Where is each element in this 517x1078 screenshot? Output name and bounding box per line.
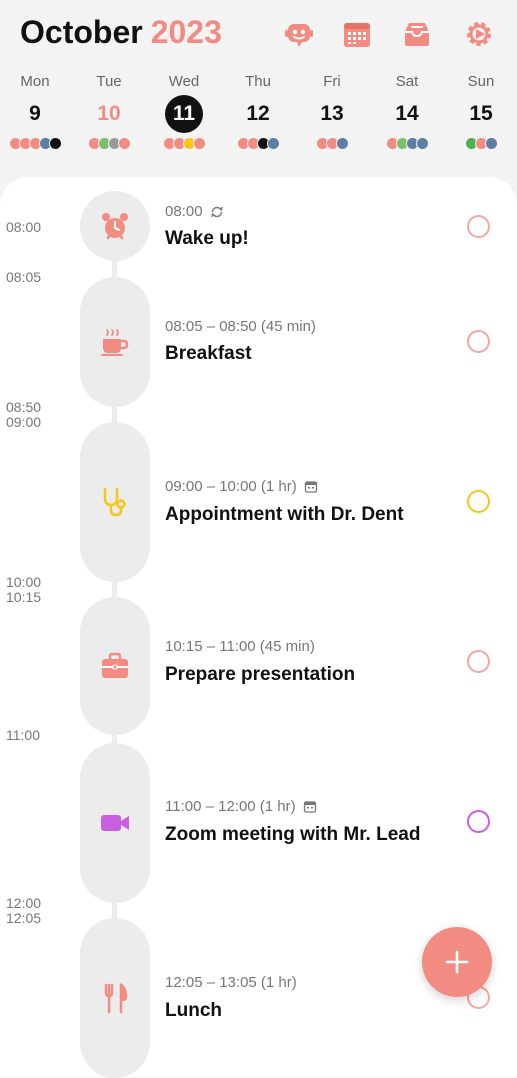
day-fri[interactable]: Fri 13 [295, 72, 369, 150]
briefcase-icon [99, 650, 131, 682]
settings-gear-icon[interactable] [463, 18, 495, 50]
day-wed[interactable]: Wed 11 [147, 72, 221, 150]
task-dot [192, 137, 206, 150]
day-number: 13 [320, 102, 344, 125]
plus-icon [444, 949, 470, 975]
task-title[interactable]: Breakfast [165, 343, 252, 365]
calendar-mini-icon [303, 800, 317, 814]
day-task-dots [444, 137, 517, 150]
task-time: 09:00 – 10:00 (1 hr) [165, 478, 318, 495]
task-dot [117, 137, 131, 150]
time-label: 10:15 [6, 589, 42, 605]
day-task-dots [147, 137, 221, 150]
video-camera-icon [99, 807, 131, 839]
day-tue[interactable]: Tue 10 [72, 72, 146, 150]
inbox-icon[interactable] [401, 18, 433, 50]
task-complete-checkbox[interactable] [467, 490, 490, 513]
task-title[interactable]: Zoom meeting with Mr. Lead [165, 824, 420, 846]
day-mon[interactable]: Mon 9 [0, 72, 72, 150]
fork-knife-icon [99, 982, 131, 1014]
task-complete-checkbox[interactable] [467, 215, 490, 238]
task-dot [335, 137, 349, 150]
time-label: 12:00 [6, 895, 42, 911]
task-icon-pill[interactable] [80, 597, 150, 735]
task-dot [266, 137, 280, 150]
task-time-text: 11:00 – 12:00 (1 hr) [165, 798, 296, 815]
day-task-dots [295, 137, 369, 150]
day-number: 11 [165, 95, 203, 133]
task-icon-pill[interactable] [80, 422, 150, 582]
day-name: Sat [395, 73, 419, 90]
task-time: 12:05 – 13:05 (1 hr) [165, 974, 297, 991]
day-name: Mon [20, 73, 50, 90]
day-name: Tue [96, 73, 122, 90]
day-name: Thu [245, 73, 271, 90]
task-complete-checkbox[interactable] [467, 650, 490, 673]
time-label: 08:05 [6, 269, 42, 285]
task-complete-checkbox[interactable] [467, 330, 490, 353]
day-number: 12 [246, 102, 270, 125]
task-icon-pill[interactable] [80, 918, 150, 1078]
task-title[interactable]: Lunch [165, 1000, 222, 1022]
day-thu[interactable]: Thu 12 [221, 72, 295, 150]
repeat-icon [210, 205, 224, 219]
header: October2023 Mon 9 Tue 10 Wed 11 Thu 12 [0, 0, 517, 170]
task-title[interactable]: Appointment with Dr. Dent [165, 504, 404, 526]
task-time: 11:00 – 12:00 (1 hr) [165, 798, 317, 815]
day-sat[interactable]: Sat 14 [370, 72, 444, 150]
task-dot [484, 137, 498, 150]
time-label: 08:50 [6, 399, 42, 415]
day-number: 10 [97, 102, 121, 125]
day-sun[interactable]: Sun 15 [444, 72, 517, 150]
task-complete-checkbox[interactable] [467, 810, 490, 833]
task-time-text: 10:15 – 11:00 (45 min) [165, 638, 315, 655]
add-task-button[interactable] [422, 927, 492, 997]
time-label: 10:00 [6, 574, 42, 590]
day-name: Wed [168, 73, 200, 90]
alarm-clock-icon [99, 210, 131, 242]
day-number: 14 [395, 102, 419, 125]
time-label: 12:05 [6, 910, 42, 926]
task-time-text: 09:00 – 10:00 (1 hr) [165, 478, 297, 495]
time-label: 11:00 [6, 727, 40, 743]
task-time: 10:15 – 11:00 (45 min) [165, 638, 315, 655]
month-label: October [20, 14, 143, 50]
time-label: 09:00 [6, 414, 42, 430]
day-number: 15 [469, 102, 493, 125]
day-task-dots [370, 137, 444, 150]
coffee-cup-icon [99, 326, 131, 358]
calendar-mini-icon [304, 480, 318, 494]
task-icon-pill[interactable] [80, 743, 150, 903]
task-dot [48, 137, 62, 150]
day-task-dots [0, 137, 72, 150]
day-name: Sun [467, 73, 495, 90]
day-number: 9 [29, 102, 41, 125]
time-label: 08:00 [6, 219, 42, 235]
task-icon-pill[interactable] [80, 191, 150, 261]
task-title[interactable]: Wake up! [165, 228, 249, 250]
task-time-text: 12:05 – 13:05 (1 hr) [165, 974, 297, 991]
day-task-dots [221, 137, 295, 150]
task-dot [415, 137, 429, 150]
task-time-text: 08:00 [165, 203, 203, 220]
stethoscope-icon [99, 486, 131, 518]
year-label: 2023 [150, 14, 222, 50]
task-title[interactable]: Prepare presentation [165, 664, 355, 686]
month-year-title[interactable]: October 2023 [20, 14, 222, 51]
task-time-text: 08:05 – 08:50 (45 min) [165, 318, 316, 335]
day-task-dots [72, 137, 146, 150]
task-icon-pill[interactable] [80, 277, 150, 407]
day-name: Fri [323, 73, 341, 90]
assistant-robot-icon[interactable] [283, 18, 315, 50]
task-time: 08:00 [165, 203, 224, 220]
calendar-icon[interactable] [341, 18, 373, 50]
task-time: 08:05 – 08:50 (45 min) [165, 318, 316, 335]
